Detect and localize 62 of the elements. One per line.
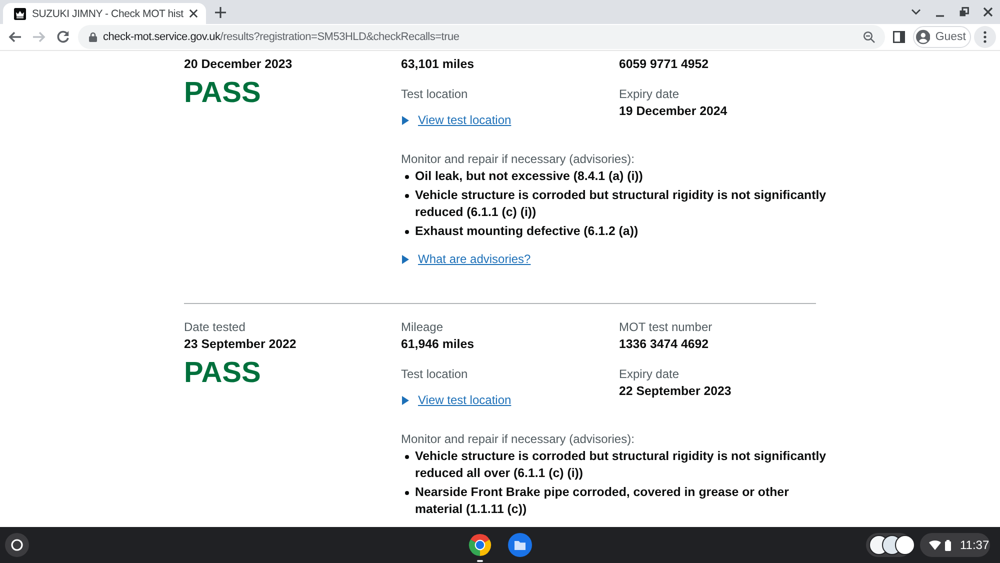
close-icon[interactable] — [189, 9, 198, 18]
bullet-icon — [405, 491, 409, 495]
bullet-icon — [405, 175, 409, 179]
field-label: Test location — [401, 366, 468, 383]
zoom-out-icon[interactable] — [863, 31, 875, 43]
tab-title: SUZUKI JIMNY - Check MOT hist — [32, 8, 184, 20]
advisories-heading: Monitor and repair if necessary (advisories): — [401, 151, 634, 168]
back-arrow-icon[interactable] — [7, 29, 23, 45]
details-link[interactable]: View test location — [418, 112, 512, 129]
triangle-icon[interactable] — [402, 255, 409, 264]
status-tray-button[interactable]: 11:37 — [920, 533, 990, 557]
advisory-item: Vehicle structure is corroded but structural rigidity is not significantly reduced all over (6.1.1 (c) (i)) — [415, 448, 828, 482]
holding-space-button[interactable] — [866, 533, 912, 557]
field-label: Date tested — [184, 319, 246, 336]
details-link[interactable]: What are advisories? — [418, 251, 531, 268]
bullet-icon — [405, 194, 409, 198]
close-icon[interactable] — [983, 7, 993, 17]
bullet-icon — [405, 455, 409, 459]
test-date: 20 December 2023 — [184, 56, 292, 73]
field-label: Test location — [401, 86, 468, 103]
field-label: Expiry date — [619, 366, 680, 383]
field-label: Expiry date — [619, 86, 680, 103]
launcher-icon[interactable] — [5, 533, 29, 557]
expiry-date: 22 September 2023 — [619, 383, 732, 400]
side-panel-icon[interactable] — [893, 31, 905, 43]
wifi-icon — [929, 540, 941, 550]
url-text: check-mot.service.gov.uk/results?registration=SM53HLD&checkRecalls=true — [103, 31, 460, 43]
crown-icon — [14, 8, 26, 20]
field-label: Mileage — [401, 319, 444, 336]
advisory-item: Vehicle structure is corroded but structural rigidity is not significantly reduced (6.1.1 (c) (i)) — [415, 187, 828, 221]
reload-icon[interactable] — [55, 29, 71, 45]
triangle-icon[interactable] — [402, 396, 409, 405]
expiry-date: 19 December 2024 — [619, 103, 728, 120]
test-number: 1336 3474 4692 — [619, 336, 709, 353]
advisories-heading: Monitor and repair if necessary (advisories): — [401, 431, 634, 448]
avatar-icon — [916, 29, 930, 45]
advisory-item: Oil leak, but not excessive (8.4.1 (a) (i)) — [415, 168, 643, 185]
clock-time: 11:37 — [960, 538, 990, 552]
profile-button[interactable]: Guest — [913, 26, 971, 48]
battery-icon — [945, 540, 951, 550]
chevron-down-icon[interactable] — [911, 9, 921, 15]
browser-tab[interactable]: SUZUKI JIMNY - Check MOT hist — [3, 3, 206, 24]
result-status: PASS — [184, 78, 261, 108]
lock-icon — [89, 32, 97, 42]
menu-icon[interactable] — [974, 26, 996, 48]
mileage-value: 63,101 miles — [401, 56, 474, 73]
plus-icon[interactable] — [215, 6, 226, 18]
mileage-value: 61,946 miles — [401, 336, 474, 353]
test-date: 23 September 2022 — [184, 336, 296, 353]
restore-icon[interactable] — [959, 7, 969, 17]
advisory-item: Exhaust mounting defective (6.1.2 (a)) — [415, 223, 638, 240]
address-bar[interactable]: check-mot.service.gov.uk/results?registration=SM53HLD&checkRecalls=true — [78, 25, 885, 49]
details-link[interactable]: View test location — [418, 392, 512, 409]
result-status: PASS — [184, 358, 261, 388]
triangle-icon[interactable] — [402, 116, 409, 125]
browser-app-icon[interactable] — [468, 533, 492, 557]
thumbnail-placeholder — [895, 535, 915, 555]
advisory-item: Nearside Front Brake pipe corroded, covered in grease or other material (1.1.11 (c)) — [415, 484, 790, 518]
field-label: MOT test number — [619, 319, 712, 336]
folder-app-icon[interactable] — [508, 533, 532, 557]
test-number: 6059 9771 4952 — [619, 56, 709, 73]
bullet-icon — [405, 230, 409, 234]
